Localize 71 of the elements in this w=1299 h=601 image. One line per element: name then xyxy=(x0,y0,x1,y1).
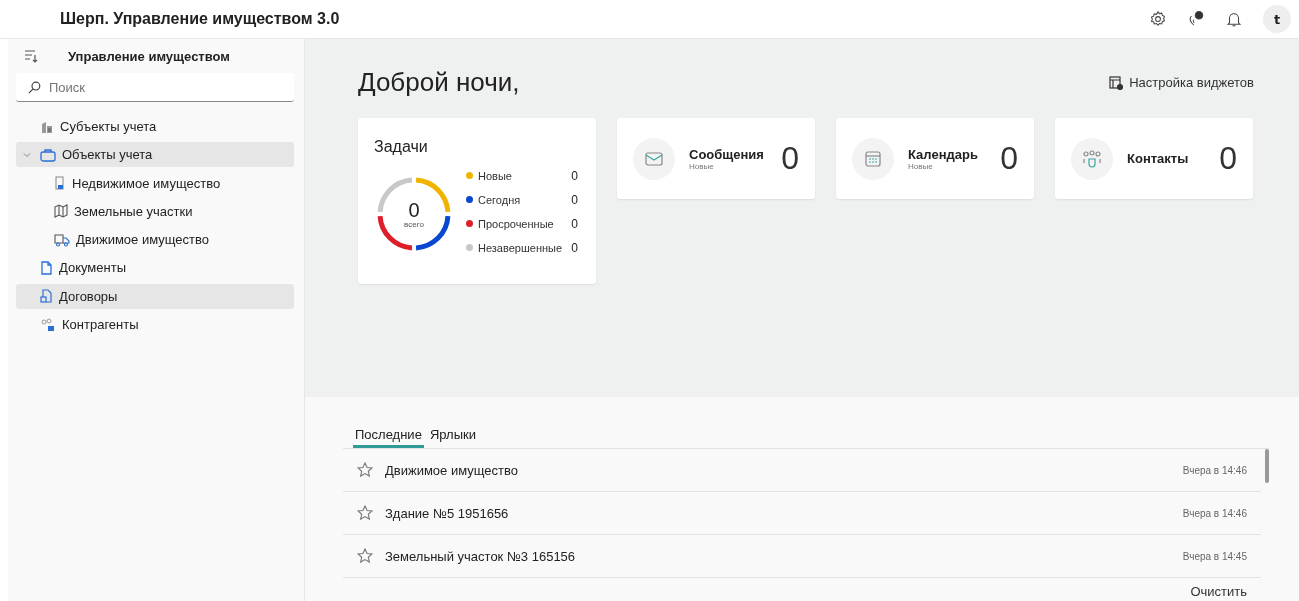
legend-label: Незавершенные xyxy=(478,241,564,254)
widget-subtitle: Новые xyxy=(689,161,714,171)
settings-icon[interactable] xyxy=(1149,10,1167,28)
card-title: Задачи xyxy=(374,138,428,155)
collapse-menu-icon[interactable] xyxy=(24,49,38,63)
star-icon[interactable] xyxy=(357,548,373,564)
recent-item-link[interactable]: Земельный участок №3 165156 xyxy=(385,548,1171,564)
legend-label: Просроченные xyxy=(478,217,555,230)
truck-icon xyxy=(54,232,70,247)
widget-card[interactable]: Календарь Новые 0 xyxy=(836,118,1034,199)
calendar-icon xyxy=(865,150,881,167)
legend-label: Новые xyxy=(478,169,513,182)
widget-settings-icon xyxy=(1109,75,1124,90)
briefcase-icon xyxy=(40,147,56,162)
legend-value: 0 xyxy=(571,192,578,207)
nav-item[interactable]: Объекты учета xyxy=(16,142,294,168)
clear-button[interactable]: Очистить xyxy=(1190,584,1247,599)
nav-label: Движимое имущество xyxy=(76,232,209,248)
building-icon xyxy=(40,119,54,134)
recent-item-time: Вчера в 14:46 xyxy=(1182,507,1247,519)
sidebar-title: Управление имуществом xyxy=(68,48,230,64)
recent-item-link[interactable]: Движимое имущество xyxy=(385,462,1171,478)
widget-title: Календарь xyxy=(908,146,979,162)
widget-card[interactable]: Контакты 0 xyxy=(1055,118,1253,199)
user-avatar[interactable]: t xyxy=(1263,5,1291,33)
widget-count: 0 xyxy=(1000,140,1018,177)
building-icon xyxy=(54,176,66,191)
nav-item[interactable]: Документы xyxy=(16,255,294,281)
envelope-icon xyxy=(645,151,663,166)
total-count: 0 xyxy=(408,199,420,220)
nav-label: Земельные участки xyxy=(74,203,193,219)
total-label: всего xyxy=(404,219,424,229)
widget-card[interactable]: Сообщения Новые 0 xyxy=(617,118,815,199)
people-icon xyxy=(40,317,56,332)
nav-label: Недвижимое имущество xyxy=(72,175,221,191)
star-icon[interactable] xyxy=(357,505,373,521)
greeting: Доброй ночи, xyxy=(358,67,520,98)
nav-item[interactable]: Движимое имущество xyxy=(16,227,294,253)
tab[interactable]: Ярлыки xyxy=(427,427,478,448)
nav-item[interactable]: Земельные участки xyxy=(16,198,294,224)
nav-item[interactable]: Субъекты учета xyxy=(16,114,294,139)
nav-label: Документы xyxy=(59,260,126,276)
recent-item-time: Вчера в 14:45 xyxy=(1182,550,1247,562)
widget-title: Контакты xyxy=(1127,151,1190,166)
nav-item[interactable]: Договоры xyxy=(16,283,294,309)
search-field[interactable]: Поиск xyxy=(16,73,294,102)
people-icon xyxy=(1082,149,1102,168)
recent-item-link[interactable]: Здание №5 1951656 xyxy=(385,505,1171,521)
nav-label: Субъекты учета xyxy=(60,119,157,134)
nav-label: Контрагенты xyxy=(62,317,139,333)
tab[interactable]: Последние xyxy=(353,427,424,448)
legend-label: Сегодня xyxy=(478,193,522,206)
widget-subtitle: Новые xyxy=(908,161,933,171)
nav-label: Объекты учета xyxy=(62,147,153,163)
map-icon xyxy=(54,204,68,219)
widget-count: 0 xyxy=(1219,140,1237,177)
nav-label: Договоры xyxy=(59,288,118,304)
legend-value: 0 xyxy=(571,168,578,183)
document-icon xyxy=(40,261,53,275)
widget-title: Сообщения xyxy=(689,146,765,162)
nav-item[interactable]: Контрагенты xyxy=(16,312,294,338)
recent-item-time: Вчера в 14:46 xyxy=(1182,464,1247,476)
legend-value: 0 xyxy=(571,216,578,231)
star-icon[interactable] xyxy=(357,462,373,478)
nav-item[interactable]: Недвижимое имущество xyxy=(16,170,294,196)
bell-icon[interactable] xyxy=(1225,10,1243,28)
app-title: Шерп. Управление имуществом 3.0 xyxy=(60,10,340,28)
document-icon xyxy=(40,289,53,304)
legend-value: 0 xyxy=(571,240,578,255)
widget-settings-button[interactable]: Настройка виджетов xyxy=(1109,75,1254,90)
widget-count: 0 xyxy=(781,140,799,177)
